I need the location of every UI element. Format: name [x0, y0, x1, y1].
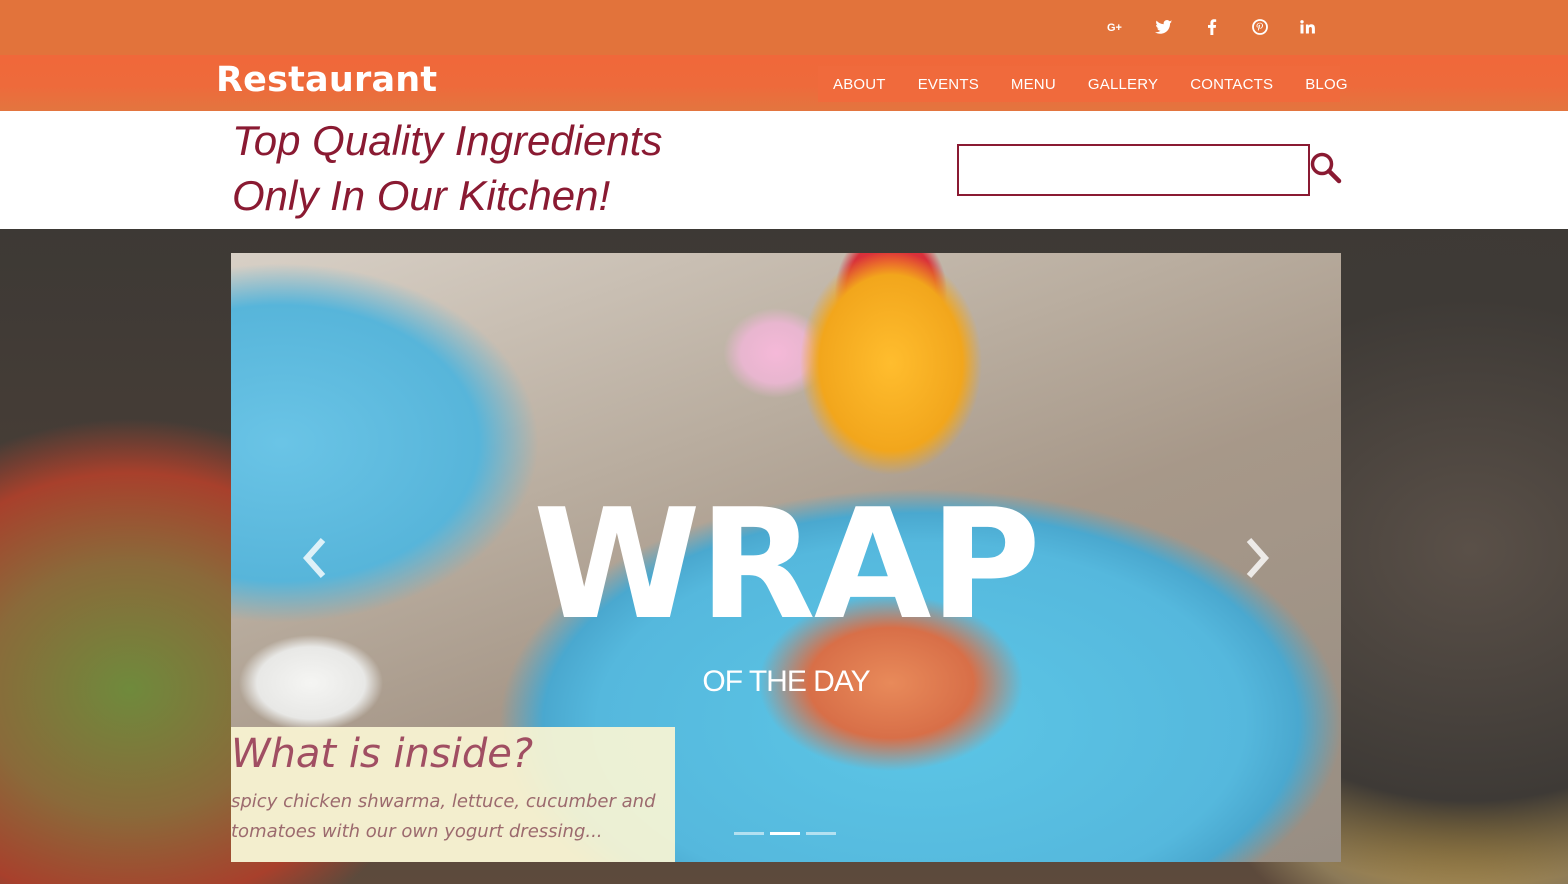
- pinterest-icon[interactable]: [1236, 14, 1284, 40]
- twitter-icon[interactable]: [1140, 14, 1188, 40]
- carousel-indicator-3[interactable]: [806, 832, 836, 835]
- nav-item-menu[interactable]: MENU: [995, 76, 1072, 93]
- nav-item-about[interactable]: ABOUT: [818, 76, 902, 93]
- top-bar: G+: [0, 0, 1568, 55]
- carousel-indicator-2[interactable]: [770, 832, 800, 835]
- tagline-line-1: Top Quality Ingredients: [232, 117, 663, 164]
- slide-title: WRAP: [533, 476, 1041, 653]
- linkedin-icon[interactable]: [1284, 14, 1332, 40]
- tagline: Top Quality Ingredients Only In Our Kitc…: [232, 113, 662, 223]
- slide-info-box: What is inside? spicy chicken shwarma, l…: [231, 727, 675, 862]
- carousel-indicator-1[interactable]: [734, 832, 764, 835]
- facebook-icon[interactable]: [1188, 14, 1236, 40]
- search-field: [957, 144, 1310, 196]
- nav-item-blog[interactable]: BLOG: [1289, 76, 1363, 93]
- tagline-line-2: Only In Our Kitchen!: [232, 172, 611, 219]
- svg-text:G+: G+: [1107, 22, 1122, 33]
- nav-menu: ABOUT EVENTS MENU GALLERY CONTACTS BLOG: [818, 66, 1348, 102]
- slide-subtitle: OF THE DAY: [702, 665, 870, 698]
- brand-logo[interactable]: Restaurant: [216, 60, 437, 100]
- search-button[interactable]: [1308, 150, 1344, 188]
- carousel-indicators: [734, 832, 836, 835]
- image-carousel: WRAP OF THE DAY What is inside? spicy ch…: [231, 253, 1341, 862]
- search-input[interactable]: [959, 146, 1308, 194]
- nav-item-events[interactable]: EVENTS: [902, 76, 995, 93]
- nav-item-contacts[interactable]: CONTACTS: [1174, 76, 1289, 93]
- social-links: G+: [1092, 14, 1332, 40]
- search-icon: [1310, 152, 1342, 184]
- info-text: spicy chicken shwarma, lettuce, cucumber…: [231, 791, 656, 842]
- info-title: What is inside?: [231, 731, 534, 777]
- main-navbar: Restaurant ABOUT EVENTS MENU GALLERY CON…: [0, 55, 1568, 111]
- nav-item-gallery[interactable]: GALLERY: [1072, 76, 1174, 93]
- google-plus-icon[interactable]: G+: [1092, 14, 1140, 40]
